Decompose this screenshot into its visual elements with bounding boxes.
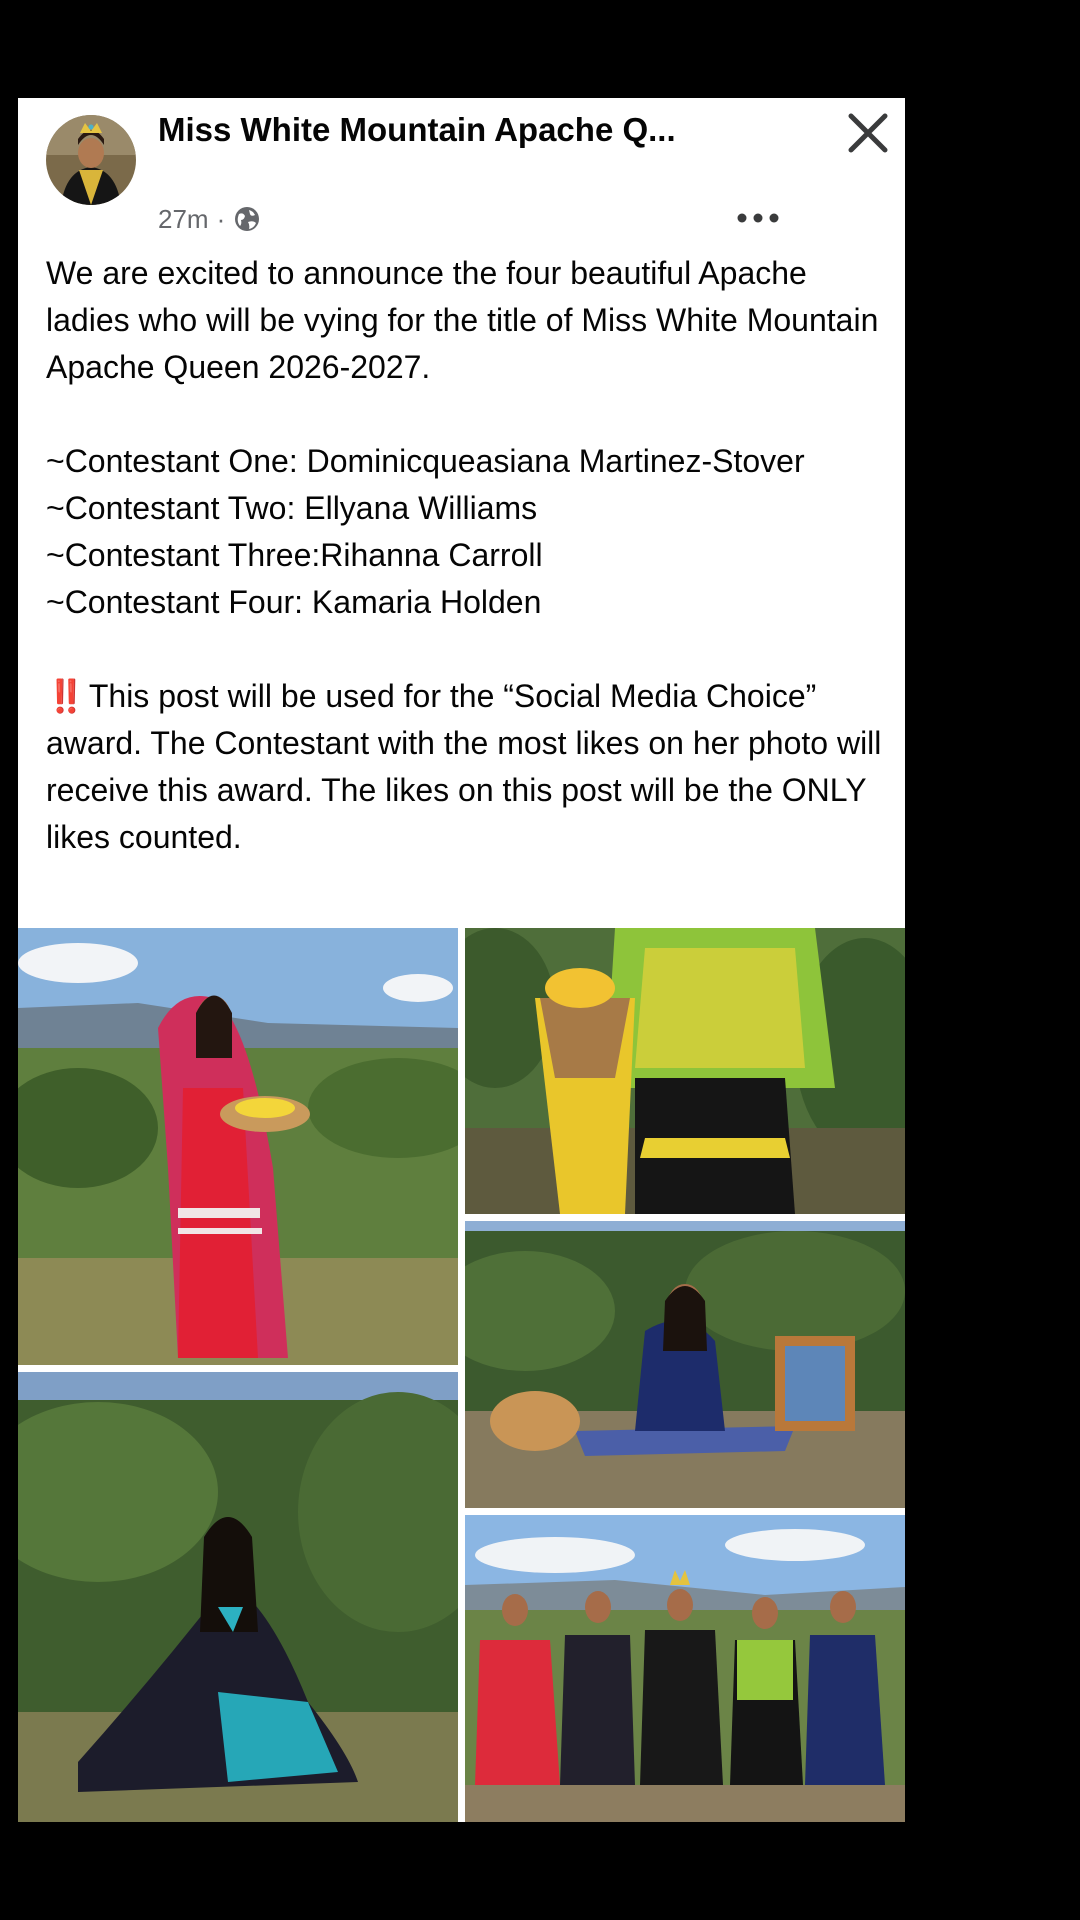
post-body: We are excited to announce the four beau… <box>46 250 891 861</box>
photo-contestant-navy-dress[interactable] <box>465 1221 905 1508</box>
contestant-4: ~Contestant Four: Kamaria Holden <box>46 584 542 620</box>
page-name[interactable]: Miss White Mountain Apache Q... <box>158 108 678 152</box>
post-timestamp[interactable]: 27m <box>158 204 209 235</box>
photo-contestant-floral-dress[interactable] <box>18 1372 458 1822</box>
close-button[interactable] <box>838 103 898 163</box>
contestant-2: ~Contestant Two: Ellyana Williams <box>46 490 538 526</box>
post-notice: ‼️ This post will be used for the “Social… <box>46 673 891 861</box>
photo-contestant-yellow-dress[interactable] <box>465 928 905 1214</box>
globe-icon[interactable] <box>233 205 261 233</box>
contestant-3: ~Contestant Three:Rihanna Carroll <box>46 537 543 573</box>
post-intro: We are excited to announce the four beau… <box>46 255 879 385</box>
contestant-1: ~Contestant One: Dominicqueasiana Martin… <box>46 443 805 479</box>
post-meta: 27m · <box>158 202 261 236</box>
more-options-icon <box>737 213 779 223</box>
avatar-image <box>46 115 136 205</box>
post-card: Miss White Mountain Apache Q... 27m · We… <box>18 98 905 1822</box>
close-icon <box>848 113 888 153</box>
photo-contestant-red-dress[interactable] <box>18 928 458 1365</box>
more-options-button[interactable] <box>718 198 798 238</box>
post-notice-text: This post will be used for the “Social M… <box>46 678 882 855</box>
double-exclamation-icon: ‼️ <box>46 678 86 714</box>
page-avatar[interactable] <box>46 115 136 205</box>
meta-separator: · <box>216 203 226 234</box>
photo-group-of-contestants[interactable] <box>465 1515 905 1822</box>
